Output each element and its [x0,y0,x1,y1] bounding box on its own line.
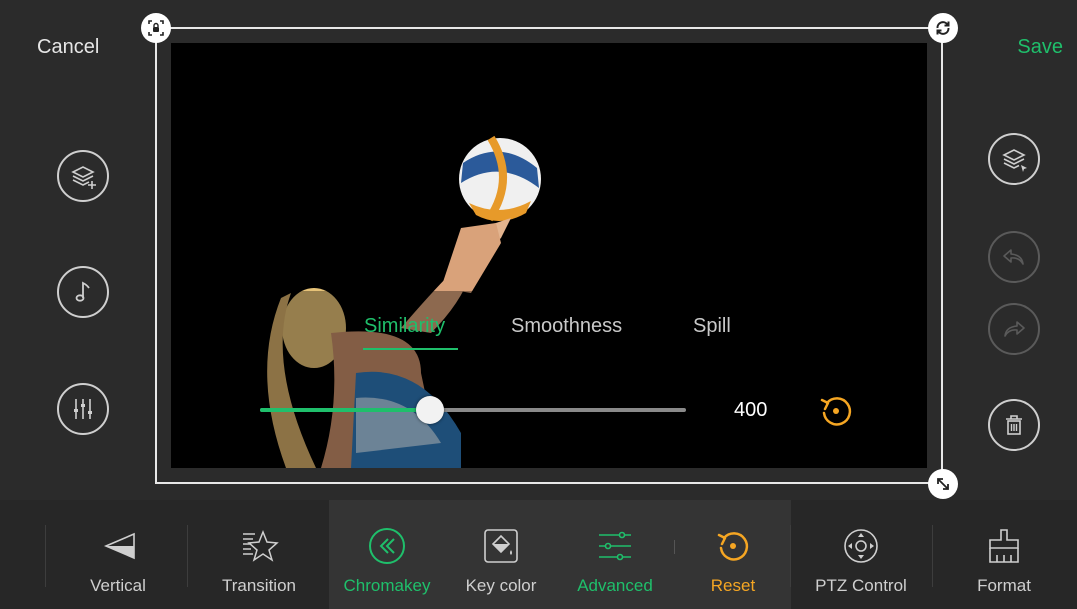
lock-icon [148,20,164,36]
ptz-control-button[interactable]: PTZ Control [806,500,916,609]
layers-cursor-icon [1002,149,1027,172]
vertical-orientation-icon [103,532,135,560]
rotate-icon [936,21,950,35]
music-button[interactable] [57,266,109,318]
reset-button[interactable]: Reset [683,500,783,609]
chromakey-label: Chromakey [343,576,431,595]
key-color-button[interactable]: Key color [451,500,551,609]
vertical-button[interactable]: Vertical [68,500,168,609]
tab-smoothness[interactable]: Smoothness [511,315,622,338]
transition-button[interactable]: Transition [209,500,309,609]
save-button[interactable]: Save [1017,36,1063,59]
ptz-control-label: PTZ Control [815,576,907,595]
toolbar-divider [790,525,791,587]
undo-button[interactable] [988,231,1040,283]
reset-value-button[interactable] [816,391,856,431]
undo-icon [1003,249,1024,265]
transition-label: Transition [221,576,296,595]
ptz-joystick-icon [844,529,878,563]
tab-spill[interactable]: Spill [693,315,731,338]
toolbar-divider [674,540,675,554]
key-color-label: Key color [465,576,537,595]
select-layer-button[interactable] [988,133,1040,185]
delete-button[interactable] [988,399,1040,451]
advanced-button[interactable]: Advanced [565,500,665,609]
slider-fill [260,408,431,412]
active-tab-indicator [363,348,458,350]
lock-handle[interactable] [141,13,171,43]
similarity-slider[interactable] [260,396,686,424]
layers-plus-icon [71,166,96,189]
chromakey-back-icon [369,528,405,564]
tab-similarity[interactable]: Similarity [364,315,445,338]
cancel-button[interactable]: Cancel [37,36,99,59]
sliders-icon [599,531,631,561]
vertical-label: Vertical [90,576,146,595]
toolbar-divider [45,525,46,587]
resize-arrows-icon [937,478,949,490]
mixer-icon [74,399,92,419]
paint-bucket-icon [484,529,518,563]
audio-mixer-button[interactable] [57,383,109,435]
trash-icon [1006,415,1022,435]
toolbar-divider [932,525,933,587]
format-label: Format [977,576,1031,595]
reset-icon [820,397,852,426]
format-brush-icon [989,529,1019,563]
resize-handle[interactable] [928,469,958,499]
advanced-label: Advanced [577,576,653,595]
redo-icon [1004,321,1025,337]
format-button[interactable]: Format [954,500,1054,609]
reset-icon [717,532,749,561]
reset-label: Reset [710,576,756,595]
video-preview[interactable]: Similarity Smoothness Spill 400 [171,43,927,468]
music-note-icon [75,281,90,302]
chromakey-button[interactable]: Chromakey [337,500,437,609]
add-layer-button[interactable] [57,150,109,202]
rotate-handle[interactable] [928,13,958,43]
slider-value: 400 [734,399,768,421]
transition-star-icon [243,529,279,562]
bottom-toolbar: Vertical Transition Chromakey Key color [0,500,1077,609]
toolbar-divider [187,525,188,587]
redo-button[interactable] [988,303,1040,355]
